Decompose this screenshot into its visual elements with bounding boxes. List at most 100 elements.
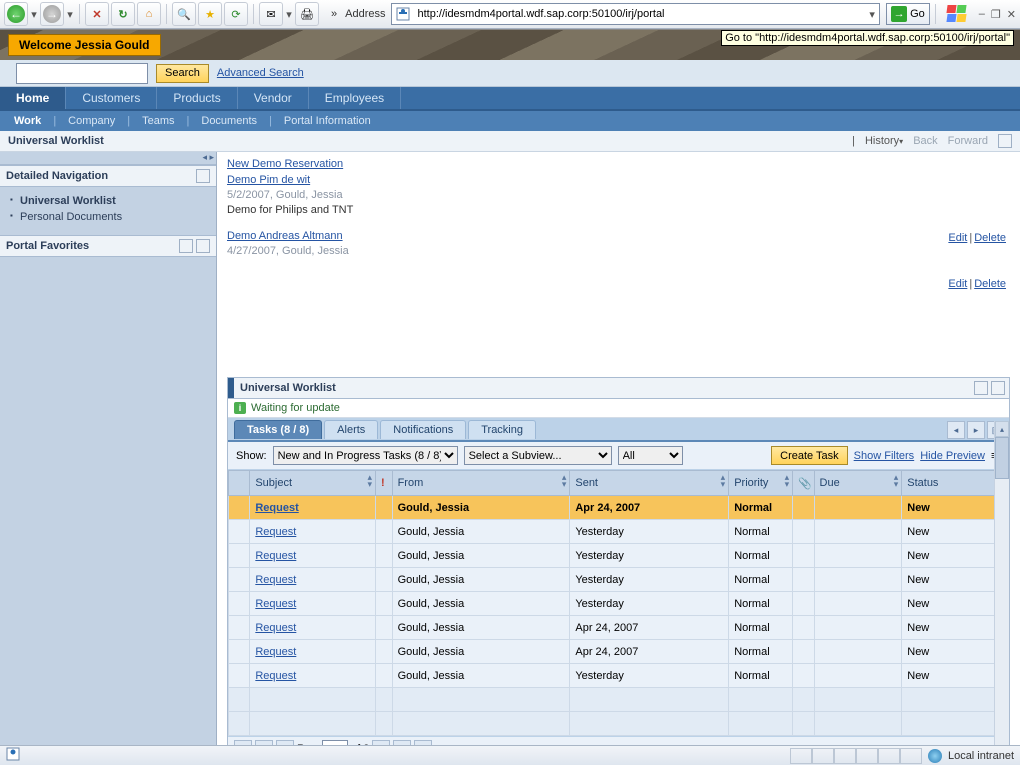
subnav-portal-information[interactable]: Portal Information	[278, 113, 377, 129]
cell-priority: Normal	[729, 544, 793, 568]
task-subject-link[interactable]: Request	[255, 646, 296, 658]
advanced-search-link[interactable]: Advanced Search	[217, 67, 304, 79]
detailed-nav-options-icon[interactable]	[196, 169, 210, 183]
create-task-button[interactable]: Create Task	[771, 446, 848, 465]
forward-button[interactable]: →	[40, 2, 64, 26]
forward-dropdown[interactable]: ▾	[66, 8, 74, 21]
history-button[interactable]: ⟳	[224, 2, 248, 26]
uwl-tab-scroll-left[interactable]: ◂	[947, 421, 965, 439]
uwl-scrollbar[interactable]: ▴	[994, 421, 1009, 752]
address-dropdown[interactable]: ▾	[868, 8, 876, 21]
favorites-button[interactable]: ★	[198, 2, 222, 26]
search-button[interactable]: 🔍	[172, 2, 196, 26]
uwl-tab-tasks[interactable]: Tasks (8 / 8)	[234, 420, 322, 439]
sidebar-collapse-handle[interactable]: ◂ ▸	[0, 152, 216, 165]
demo-2-edit-link[interactable]: Edit	[948, 278, 967, 290]
refresh-button[interactable]: ↻	[111, 2, 135, 26]
portal-search-input[interactable]	[16, 63, 148, 84]
uwl-tabs: Tasks (8 / 8) Alerts Notifications Track…	[228, 418, 1009, 442]
uwl-show-select[interactable]: New and In Progress Tasks (8 / 8)	[273, 446, 458, 465]
cell-sent: Yesterday	[570, 520, 729, 544]
toolbar-overflow[interactable]: »	[331, 8, 337, 20]
col-header-from[interactable]: From▴▾	[392, 471, 570, 496]
tab-home[interactable]: Home	[0, 87, 66, 109]
cell-flag	[375, 496, 392, 520]
back-dropdown[interactable]: ▾	[30, 8, 38, 21]
cell-subject: Request	[250, 592, 376, 616]
hide-preview-link[interactable]: Hide Preview	[920, 450, 985, 462]
uwl-tab-notifications[interactable]: Notifications	[380, 420, 466, 439]
search-button-portal[interactable]: Search	[156, 64, 209, 83]
table-row[interactable]: RequestGould, JessiaYesterdayNormalNew	[229, 592, 1009, 616]
show-filters-link[interactable]: Show Filters	[854, 450, 915, 462]
subnav-documents[interactable]: Documents	[195, 113, 263, 129]
tab-vendor[interactable]: Vendor	[238, 87, 309, 109]
minimize-button[interactable]: –	[979, 8, 985, 21]
demo-2-meta: 4/27/2007, Gould, Jessia	[227, 245, 1010, 257]
table-row[interactable]: RequestGould, JessiaYesterdayNormalNew	[229, 664, 1009, 688]
restore-button[interactable]: ❐	[991, 8, 1001, 21]
table-row[interactable]: RequestGould, JessiaYesterdayNormalNew	[229, 520, 1009, 544]
uwl-tab-tracking[interactable]: Tracking	[468, 420, 536, 439]
table-row[interactable]: RequestGould, JessiaYesterdayNormalNew	[229, 568, 1009, 592]
uwl-title: Universal Worklist	[240, 382, 336, 394]
demo-1-delete-link[interactable]: Delete	[974, 232, 1006, 244]
favorites-options-icon[interactable]	[179, 239, 193, 253]
task-subject-link[interactable]: Request	[255, 598, 296, 610]
demo-1-link[interactable]: Demo Pim de wit	[227, 174, 310, 186]
table-row[interactable]: RequestGould, JessiaApr 24, 2007NormalNe…	[229, 640, 1009, 664]
address-input[interactable]	[414, 5, 868, 23]
uwl-body: i Waiting for update Tasks (8 / 8) Alert…	[227, 398, 1010, 752]
uwl-options-icon[interactable]	[974, 381, 988, 395]
task-subject-link[interactable]: Request	[255, 622, 296, 634]
demo-2-link[interactable]: Demo Andreas Altmann	[227, 230, 343, 242]
task-subject-link[interactable]: Request	[255, 550, 296, 562]
new-demo-reservation-link[interactable]: New Demo Reservation	[227, 158, 343, 170]
mail-button[interactable]: ✉	[259, 2, 283, 26]
demo-1-edit-link[interactable]: Edit	[948, 232, 967, 244]
mail-dropdown[interactable]: ▾	[285, 8, 293, 21]
back-button[interactable]: ←	[4, 2, 28, 26]
uwl-minimize-icon[interactable]	[991, 381, 1005, 395]
col-header-attachment[interactable]: 📎	[793, 471, 814, 496]
subnav-teams[interactable]: Teams	[136, 113, 180, 129]
favorites-minimize-icon[interactable]	[196, 239, 210, 253]
table-row[interactable]: RequestGould, JessiaApr 24, 2007NormalNe…	[229, 496, 1009, 520]
col-header-due[interactable]: Due▴▾	[814, 471, 902, 496]
uwl-all-select[interactable]: All	[618, 446, 683, 465]
uwl-subview-select[interactable]: Select a Subview...	[464, 446, 612, 465]
tab-employees[interactable]: Employees	[309, 87, 401, 109]
task-subject-link[interactable]: Request	[255, 574, 296, 586]
col-header-subject[interactable]: Subject▴▾	[250, 471, 376, 496]
forward-link[interactable]: Forward	[948, 135, 988, 147]
sidebar-item-universal-worklist[interactable]: Universal Worklist	[0, 193, 216, 209]
stop-button[interactable]: ✕	[85, 2, 109, 26]
task-subject-link[interactable]: Request	[255, 502, 298, 514]
print-button[interactable]: 🖨	[295, 2, 319, 26]
demo-2-delete-link[interactable]: Delete	[974, 278, 1006, 290]
col-header-flag[interactable]: !	[375, 471, 392, 496]
go-button[interactable]: →Go	[886, 3, 930, 25]
table-row[interactable]: RequestGould, JessiaApr 24, 2007NormalNe…	[229, 616, 1009, 640]
universal-worklist-panel: Universal Worklist i Waiting for update …	[227, 377, 1010, 752]
col-header-priority[interactable]: Priority▴▾	[729, 471, 793, 496]
tab-customers[interactable]: Customers	[66, 87, 157, 109]
task-subject-link[interactable]: Request	[255, 670, 296, 682]
cell-status: New	[902, 616, 1009, 640]
col-header-sent[interactable]: Sent▴▾	[570, 471, 729, 496]
back-link[interactable]: Back	[913, 135, 937, 147]
subnav-work[interactable]: Work	[8, 113, 47, 129]
cell-status: New	[902, 664, 1009, 688]
sidebar-item-personal-documents[interactable]: Personal Documents	[0, 209, 216, 225]
col-header-status[interactable]: Status▴▾	[902, 471, 1009, 496]
subnav-company[interactable]: Company	[62, 113, 121, 129]
uwl-tab-scroll-right[interactable]: ▸	[967, 421, 985, 439]
tab-products[interactable]: Products	[157, 87, 237, 109]
task-subject-link[interactable]: Request	[255, 526, 296, 538]
uwl-tab-alerts[interactable]: Alerts	[324, 420, 378, 439]
crumb-options-icon[interactable]	[998, 134, 1012, 148]
home-button[interactable]: ⌂	[137, 2, 161, 26]
close-button[interactable]: ✕	[1007, 8, 1016, 21]
history-link[interactable]: History▾	[865, 135, 903, 147]
table-row[interactable]: RequestGould, JessiaYesterdayNormalNew	[229, 544, 1009, 568]
